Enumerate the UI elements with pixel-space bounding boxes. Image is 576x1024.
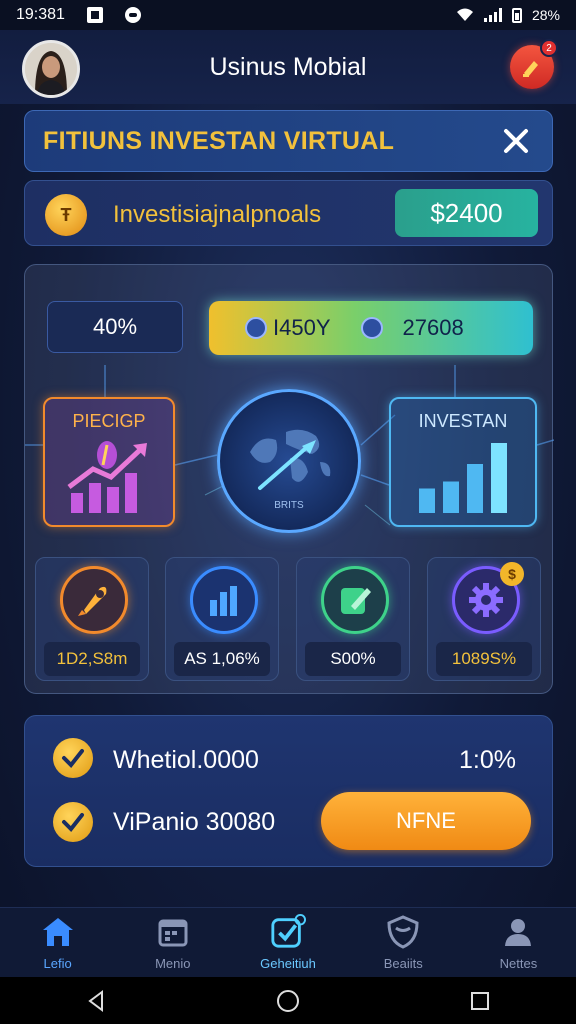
recents-icon[interactable]	[469, 990, 491, 1012]
tile-gear[interactable]: $ 1089S%	[427, 557, 541, 681]
balance-display[interactable]: $2400	[395, 189, 538, 237]
app-header: Usinus Mobial 2	[0, 30, 576, 104]
nav-label-active: Geheitiuh	[260, 956, 316, 971]
invest-bar	[491, 443, 507, 513]
stat-one-value: I450Y	[273, 315, 331, 340]
home-circle-icon[interactable]	[276, 989, 300, 1013]
stat-coin-icon	[245, 317, 267, 339]
action-button[interactable]: NFNE	[321, 792, 531, 850]
profile-icon	[500, 914, 536, 950]
signal-icon	[483, 8, 502, 22]
wifi-icon	[456, 8, 473, 21]
nav-label-profile: Nettes	[499, 956, 538, 971]
stat-two-value: 27608	[402, 315, 464, 340]
percent-box[interactable]: 40%	[47, 301, 183, 353]
invest-bar	[443, 481, 459, 513]
check-icon	[53, 802, 93, 842]
nav-item-menu[interactable]: Menio	[115, 908, 230, 977]
profit-card-label: PIECIGP	[72, 411, 146, 431]
profit-card[interactable]: PIECIGP	[43, 397, 175, 527]
tile-gear-value: 1089S%	[436, 642, 532, 676]
investment-info-row: Ŧ Investisiajnalpnoals $2400	[24, 180, 553, 246]
tile-edit[interactable]: S00%	[296, 557, 410, 681]
globe-label: BRITS	[274, 500, 304, 511]
calendar-icon	[155, 914, 191, 950]
nav-label-home: Lefio	[43, 956, 72, 971]
world-globe[interactable]: BRITS	[217, 389, 361, 533]
battery-icon	[511, 7, 522, 23]
system-navigation-bar	[0, 977, 576, 1024]
tile-rocket[interactable]: 1D2,S8m	[35, 557, 149, 681]
invest-bar-chart	[419, 443, 507, 513]
invest-card-label: INVESTAN	[418, 411, 508, 431]
summary-panel: Whetiol.0000 1:0% ViPanio 30080 NFNE	[24, 715, 553, 867]
status-time: 19:381	[16, 6, 65, 23]
edit-icon	[321, 566, 389, 634]
nav-item-active[interactable]: Geheitiuh	[230, 908, 345, 977]
avatar[interactable]	[22, 40, 80, 98]
close-button[interactable]	[498, 123, 534, 159]
notification-button[interactable]: 2	[510, 39, 558, 89]
notification-badge: 2	[540, 39, 558, 57]
banner-title: FITIUNS INVESTAN VIRTUAL	[43, 126, 395, 155]
coin-icon: Ŧ	[45, 194, 87, 236]
back-icon[interactable]	[85, 989, 107, 1012]
invest-bar	[419, 488, 435, 513]
nav-label-benefits: Beaiits	[383, 956, 423, 971]
stat-cube-icon	[360, 317, 383, 339]
app-title: Usinus Mobial	[209, 52, 367, 81]
dollar-badge-icon: $	[500, 562, 524, 586]
status-bar: 19:381 28%	[0, 0, 576, 30]
nav-item-home[interactable]: Lefio	[0, 908, 115, 977]
title-banner: FITIUNS INVESTAN VIRTUAL	[24, 110, 553, 172]
invest-bar	[467, 464, 483, 513]
app-notification-icon	[86, 7, 103, 23]
tile-edit-value: S00%	[305, 642, 401, 676]
check-icon	[53, 738, 93, 778]
growth-chart-icon	[67, 441, 147, 513]
stats-bar[interactable]: I450Y 27608	[209, 301, 533, 355]
edit-bell-icon	[523, 61, 538, 77]
close-icon	[504, 129, 528, 153]
summary-row2-label: ViPanio 30080	[113, 808, 276, 836]
summary-row1-label: Whetiol.0000	[113, 746, 259, 774]
home-icon	[40, 914, 76, 950]
investment-label: Investisiajnalpnoals	[113, 201, 322, 228]
tile-rocket-value: 1D2,S8m	[44, 642, 140, 676]
rocket-icon	[60, 566, 128, 634]
nav-label-menu: Menio	[155, 956, 191, 971]
tile-bar-chart-value: AS 1,06%	[174, 642, 270, 676]
nav-item-profile[interactable]: Nettes	[461, 908, 576, 977]
sync-icon	[124, 7, 141, 23]
shield-icon	[385, 914, 421, 950]
summary-row1-percent: 1:0%	[459, 746, 516, 774]
bottom-nav: Lefio Menio Geheitiuh Beaiits Nettes	[0, 907, 576, 977]
tile-bar-chart[interactable]: AS 1,06%	[165, 557, 279, 681]
invest-card[interactable]: INVESTAN	[389, 397, 537, 527]
nav-item-benefits[interactable]: Beaiits	[346, 908, 461, 977]
battery-level: 28%	[531, 7, 560, 23]
bar-chart-icon	[190, 566, 258, 634]
check-badge-icon	[270, 914, 306, 950]
dashboard-panel: 40% I450Y 27608 PIECIGP BRITS INVESTAN 1…	[24, 264, 554, 694]
